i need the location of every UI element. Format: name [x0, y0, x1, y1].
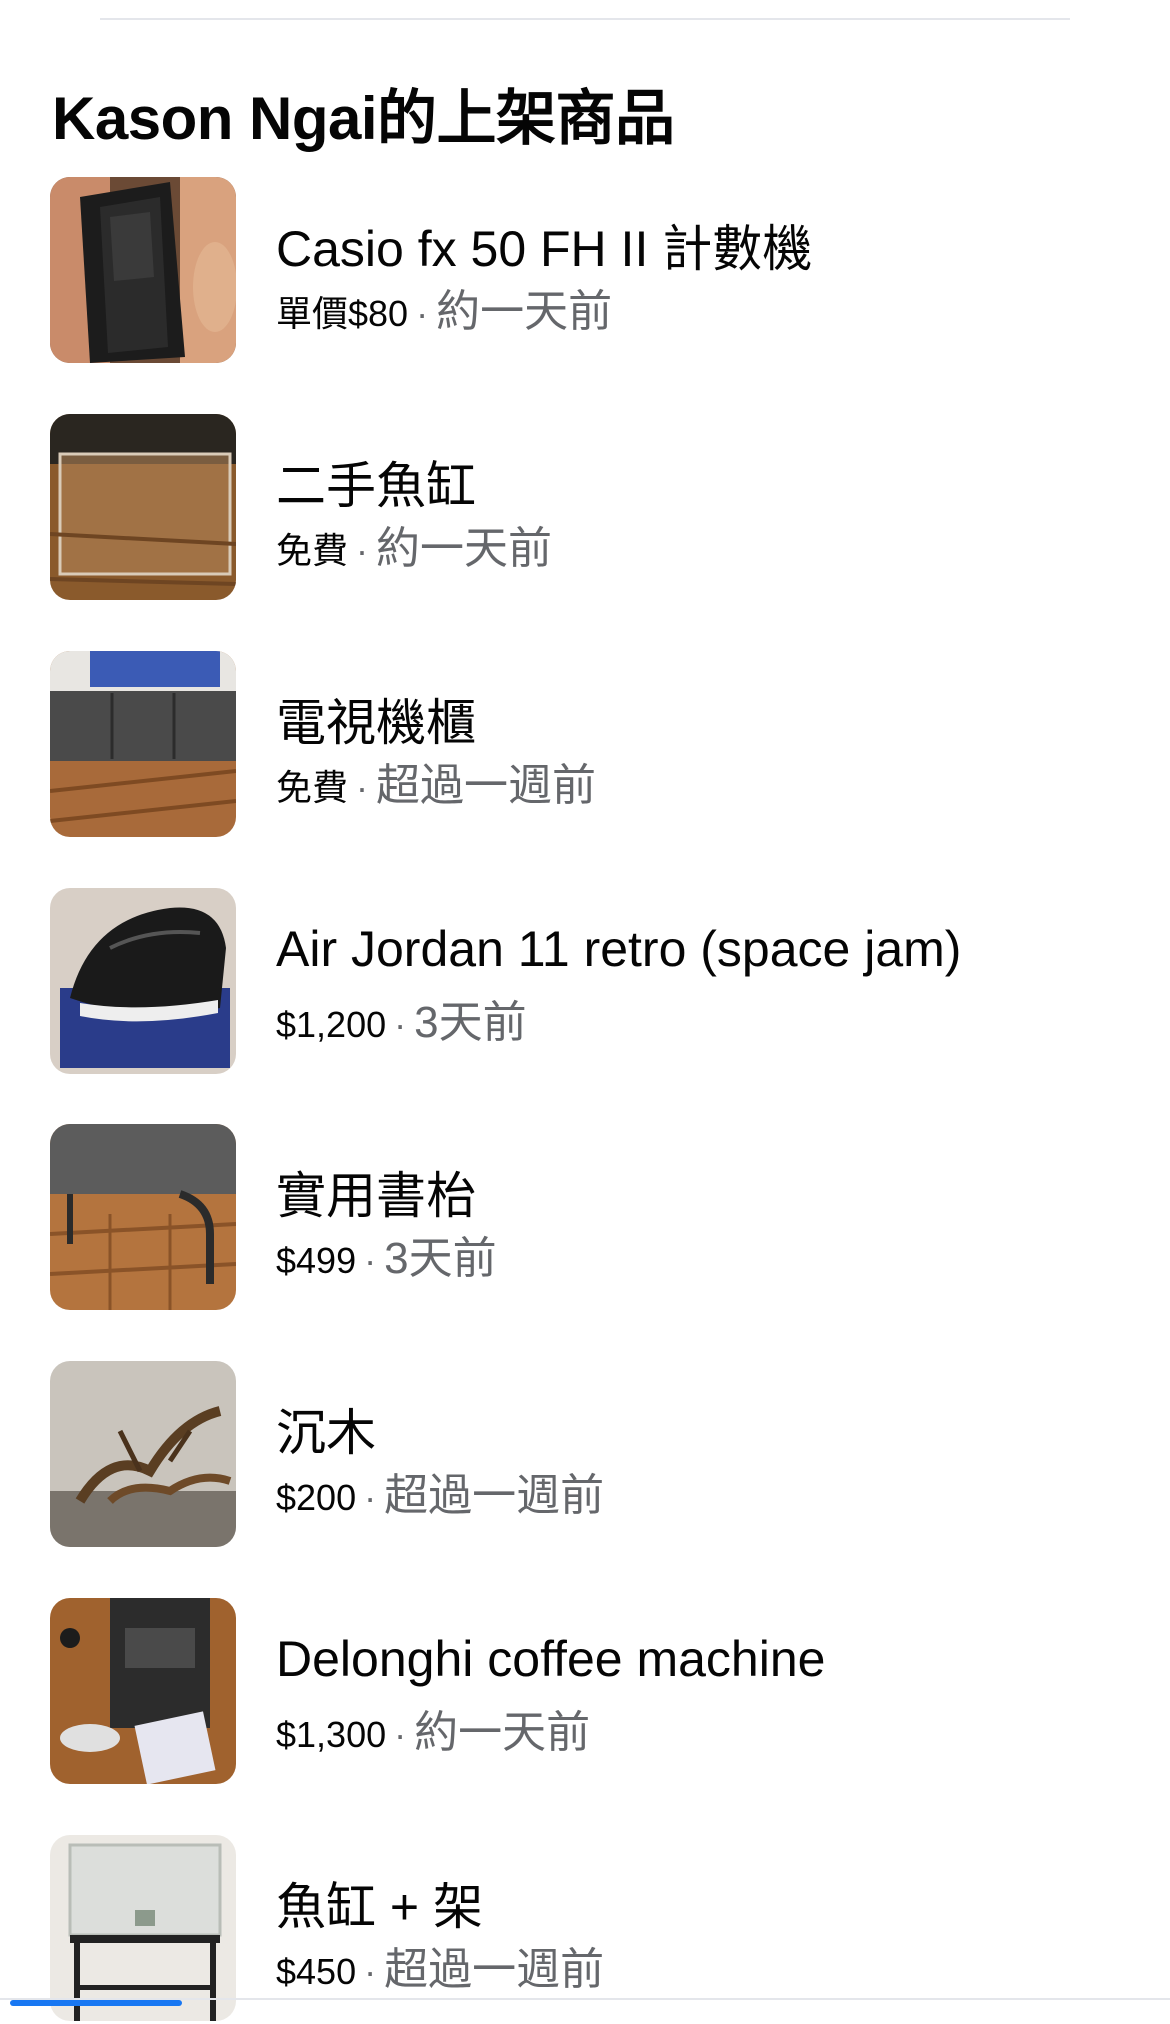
listing-meta: 免費 · 約一天前	[276, 512, 552, 576]
listing-meta: $200 · 超過一週前	[276, 1459, 604, 1523]
listing-time: 約一天前	[376, 524, 553, 573]
listing-title: 魚缸 + 架	[276, 1879, 483, 1935]
top-divider	[100, 18, 1070, 20]
listing-time: 超過一週前	[384, 1945, 605, 1994]
listing-title: 沉木	[276, 1405, 376, 1461]
separator-dot: ·	[364, 1477, 377, 1518]
listing-price: 免費	[276, 530, 349, 571]
listing-title: 實用書枱	[276, 1168, 476, 1224]
separator-dot: ·	[364, 1951, 377, 1992]
listing-price: $200	[276, 1477, 357, 1518]
listing-item[interactable]: 魚缸 + 架 $450 · 超過一週前	[50, 1835, 1130, 2021]
calculator-photo	[50, 177, 236, 363]
listing-item[interactable]: Casio fx 50 FH II 計數機 單價$80 · 約一天前	[50, 177, 1130, 363]
listing-item[interactable]: 沉木 $200 · 超過一週前	[50, 1361, 1130, 1547]
separator-dot: ·	[356, 530, 369, 571]
listing-price: $1,300	[276, 1714, 387, 1755]
listing-time: 約一天前	[414, 1708, 591, 1757]
listing-price: $1,200	[276, 1004, 387, 1045]
fish-tank-photo	[50, 414, 236, 600]
listing-meta: $1,200 · 3天前	[276, 986, 527, 1050]
listing-item[interactable]: Air Jordan 11 retro (space jam) $1,200 · 3…	[50, 888, 1130, 1074]
marketplace-seller-listings-page: Kason Ngai的上架商品 Casio fx 50 FH II 計數機 單價…	[0, 0, 1170, 2024]
listing-title: 二手魚缸	[276, 458, 476, 514]
listing-item[interactable]: Delonghi coffee machine $1,300 · 約一天前	[50, 1598, 1130, 1784]
listing-item[interactable]: 電視機櫃 免費 · 超過一週前	[50, 651, 1130, 837]
tank-stand-photo	[50, 1835, 236, 2021]
separator-dot: ·	[394, 1004, 407, 1045]
separator-dot: ·	[356, 767, 369, 808]
listing-time: 3天前	[414, 998, 527, 1047]
separator-dot: ·	[394, 1714, 407, 1755]
listing-title: Casio fx 50 FH II 計數機	[276, 221, 813, 277]
listing-price: $450	[276, 1951, 357, 1992]
separator-dot: ·	[416, 293, 429, 334]
listing-price: 單價$80	[276, 293, 409, 334]
listing-meta: 免費 · 超過一週前	[276, 749, 596, 813]
listing-price: $499	[276, 1240, 357, 1281]
listing-time: 超過一週前	[384, 1471, 605, 1520]
listing-time: 超過一週前	[376, 761, 597, 810]
listing-title: 電視機櫃	[276, 695, 476, 751]
coffee-machine-photo	[50, 1598, 236, 1784]
listing-price: 免費	[276, 767, 349, 808]
sneaker-photo	[50, 888, 236, 1074]
separator-dot: ·	[364, 1240, 377, 1281]
tv-cabinet-photo	[50, 651, 236, 837]
desk-photo	[50, 1124, 236, 1310]
listing-meta: 單價$80 · 約一天前	[276, 275, 612, 339]
listing-title: Delonghi coffee machine	[276, 1631, 826, 1687]
listing-meta: $1,300 · 約一天前	[276, 1696, 590, 1760]
listing-meta: $450 · 超過一週前	[276, 1933, 604, 1997]
tab-active-indicator	[10, 2000, 182, 2006]
listing-time: 3天前	[384, 1234, 497, 1283]
listing-time: 約一天前	[436, 287, 613, 336]
listing-item[interactable]: 實用書枱 $499 · 3天前	[50, 1124, 1130, 1310]
listing-item[interactable]: 二手魚缸 免費 · 約一天前	[50, 414, 1130, 600]
page-title: Kason Ngai的上架商品	[52, 85, 675, 152]
listing-meta: $499 · 3天前	[276, 1222, 497, 1286]
listing-title: Air Jordan 11 retro (space jam)	[276, 921, 962, 977]
driftwood-photo	[50, 1361, 236, 1547]
